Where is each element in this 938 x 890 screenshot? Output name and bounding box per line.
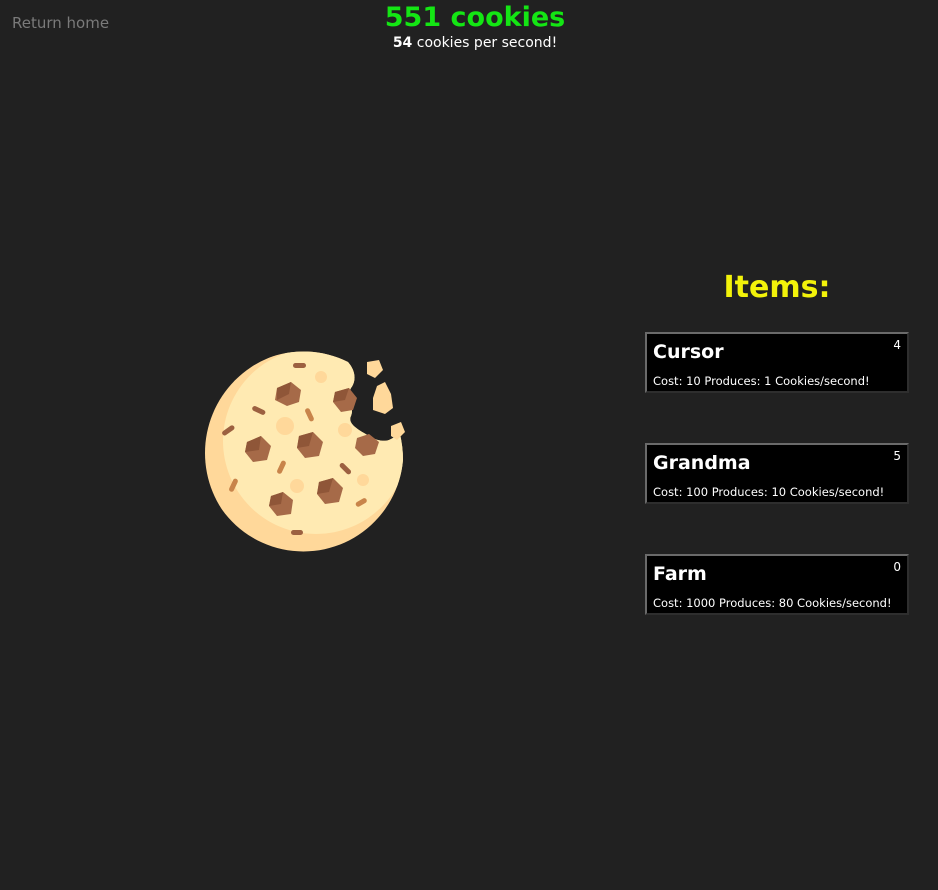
item-name: Grandma — [653, 452, 751, 474]
big-cookie-button[interactable] — [205, 350, 411, 556]
cps-value: 54 — [392, 35, 413, 51]
item-owned-count: 4 — [893, 338, 901, 352]
item-cost-info: Cost: 100 Produces: 10 Cookies/second! — [653, 485, 885, 499]
item-owned-count: 5 — [893, 449, 901, 463]
item-cost-info: Cost: 10 Produces: 1 Cookies/second! — [653, 374, 870, 388]
shop-item-cursor[interactable]: Cursor 4 Cost: 10 Produces: 1 Cookies/se… — [645, 332, 909, 393]
item-owned-count: 0 — [893, 560, 901, 574]
cps-label: cookies per second! — [412, 35, 558, 51]
item-cost-info: Cost: 1000 Produces: 80 Cookies/second! — [653, 596, 892, 610]
items-title: Items: — [723, 270, 831, 305]
stats-header: 551 cookies 54 cookies per second! — [0, 0, 938, 52]
item-name: Farm — [653, 563, 707, 585]
shop-item-farm[interactable]: Farm 0 Cost: 1000 Produces: 80 Cookies/s… — [645, 554, 909, 615]
cookie-icon — [205, 351, 405, 552]
shop-item-grandma[interactable]: Grandma 5 Cost: 100 Produces: 10 Cookies… — [645, 443, 909, 504]
cookies-per-second: 54 cookies per second! — [0, 34, 938, 52]
item-name: Cursor — [653, 341, 724, 363]
cookie-count: 551 cookies — [384, 2, 566, 33]
